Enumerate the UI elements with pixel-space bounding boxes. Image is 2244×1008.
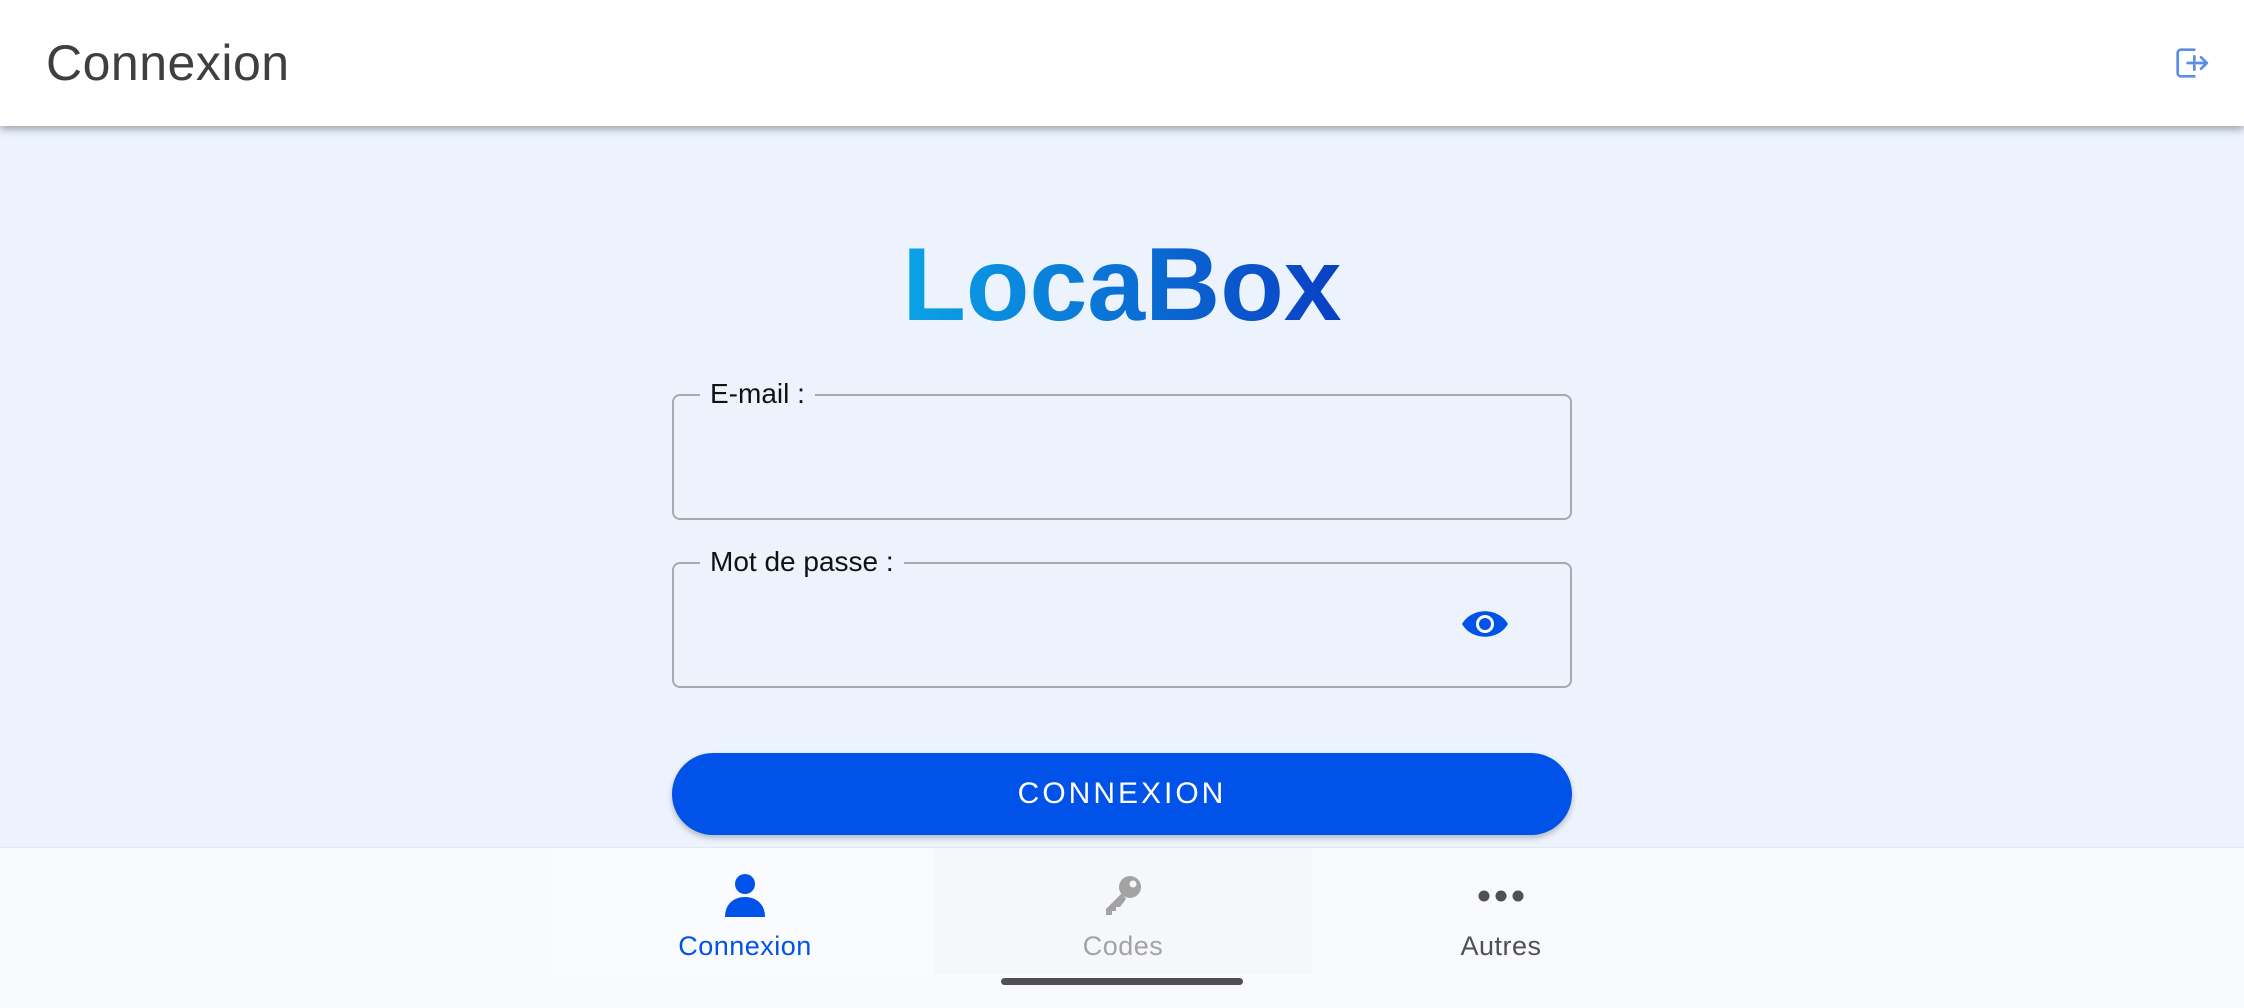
home-indicator[interactable]: [1001, 978, 1243, 985]
password-label: Mot de passe :: [700, 542, 904, 582]
key-icon: [1106, 876, 1141, 915]
eye-icon: [1462, 611, 1508, 637]
app-logo: LocaBox: [0, 226, 2244, 351]
login-submit-button[interactable]: CONNEXION: [672, 753, 1572, 835]
logo-text: LocaBox: [902, 227, 1341, 343]
logout-icon: [2176, 48, 2209, 78]
login-screen: LocaBox E-mail : Mot de passe : CONNEXIO…: [0, 126, 2244, 847]
nav-label-codes: Codes: [1082, 931, 1164, 961]
nav-item-connexion[interactable]: Connexion: [556, 848, 934, 974]
email-input[interactable]: [704, 436, 1504, 486]
logout-button[interactable]: [2168, 40, 2214, 86]
more-horizontal-icon: [1478, 890, 1524, 902]
nav-item-autres[interactable]: Autres: [1312, 848, 1690, 974]
nav-item-codes[interactable]: Codes: [934, 848, 1312, 974]
nav-label-connexion: Connexion: [678, 931, 812, 961]
bottom-navigation: Connexion Codes Autres: [0, 847, 2244, 1008]
person-icon: [725, 874, 765, 917]
nav-label-autres: Autres: [1460, 931, 1542, 961]
toggle-password-visibility-button[interactable]: [1458, 602, 1512, 646]
password-input[interactable]: [704, 604, 1404, 654]
email-label: E-mail :: [700, 374, 815, 414]
page-title: Connexion: [46, 35, 290, 91]
password-field[interactable]: Mot de passe :: [672, 542, 1572, 688]
app-bar: Connexion: [0, 0, 2244, 126]
email-field[interactable]: E-mail :: [672, 374, 1572, 520]
